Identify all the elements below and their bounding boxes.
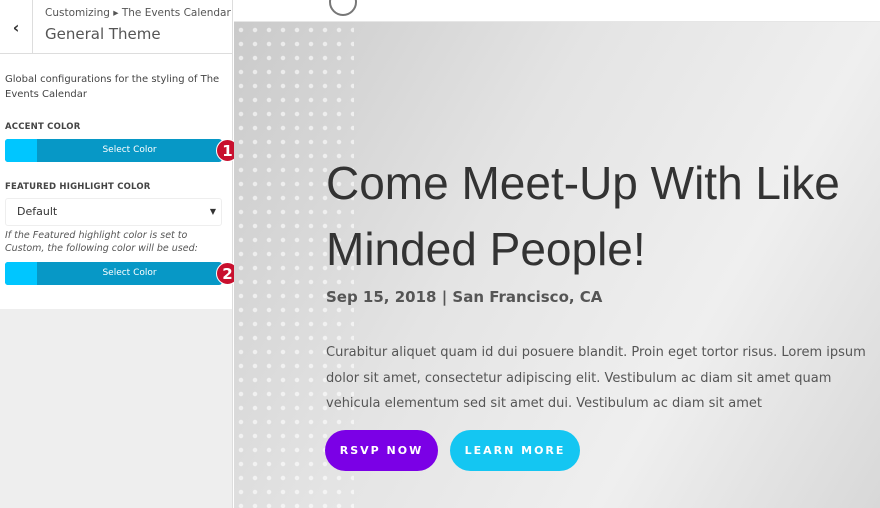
featured-color-hint: If the Featured highlight color is set t…	[5, 230, 198, 254]
accent-color-label: ACCENT COLOR	[5, 122, 81, 132]
panel-content: Global configurations for the styling of…	[0, 54, 239, 309]
dropdown-arrow-icon: ▼	[209, 207, 216, 216]
back-button[interactable]: ‹	[0, 0, 33, 54]
logo-icon[interactable]	[329, 0, 357, 16]
chevron-left-icon: ‹	[12, 17, 20, 37]
accent-color-button-label: Select Color	[102, 145, 157, 155]
learn-more-button[interactable]: LEARN MORE	[450, 430, 580, 471]
hero-heading: Come Meet-Up With Like Minded People!	[326, 157, 840, 275]
panel-title: General Theme	[45, 25, 161, 43]
panel-description: Global configurations for the styling of…	[5, 74, 220, 100]
color-swatch	[5, 262, 37, 285]
customizer-sidebar: ‹ Customizing ▸ The Events Calendar Gene…	[0, 0, 239, 508]
breadcrumb: Customizing ▸ The Events Calendar	[45, 7, 231, 19]
hero-body: Curabitur aliquet quam id dui posuere bl…	[326, 345, 866, 411]
site-header	[234, 0, 880, 22]
accent-color-button[interactable]: Select Color 1	[5, 139, 239, 162]
featured-color-select[interactable]: Default ▼	[5, 198, 222, 226]
event-date: Sep 15, 2018 | San Francisco, CA	[326, 288, 603, 306]
rsvp-button[interactable]: RSVP NOW	[325, 430, 438, 471]
color-swatch	[5, 139, 37, 162]
featured-color-label: FEATURED HIGHLIGHT COLOR	[5, 182, 151, 192]
featured-color-button[interactable]: Select Color 2	[5, 262, 239, 285]
customizer-header: ‹ Customizing ▸ The Events Calendar Gene…	[0, 0, 232, 54]
site-preview: Come Meet-Up With Like Minded People! Se…	[234, 0, 880, 508]
featured-color-select-value: Default	[17, 205, 58, 218]
featured-color-button-label: Select Color	[102, 268, 157, 278]
